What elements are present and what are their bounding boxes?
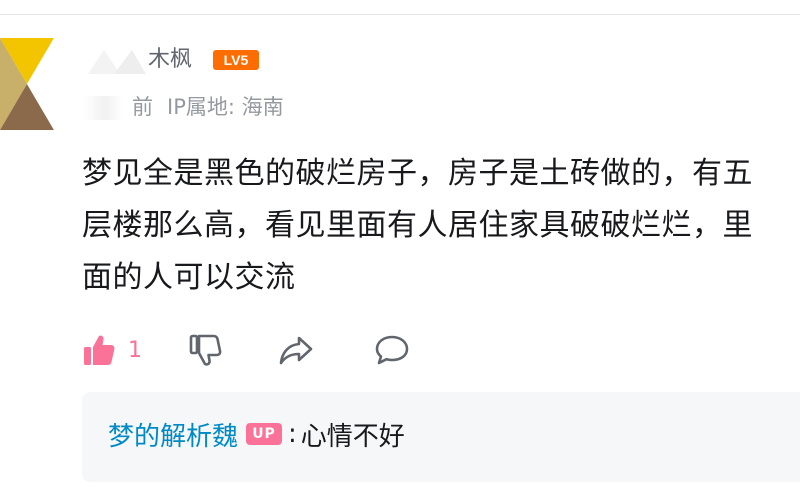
level-badge: LV5	[212, 48, 260, 72]
reply-author[interactable]: 梦的解析魏	[108, 416, 238, 453]
comment-line: 层楼那么高，看见里面有人居住家具破破烂烂，里	[82, 208, 753, 243]
comment-meta: 前 IP属地: 海南	[82, 90, 284, 124]
top-divider	[0, 0, 800, 15]
thumbs-up-icon	[82, 333, 116, 367]
svg-text:LV5: LV5	[224, 52, 249, 68]
share-icon	[278, 334, 314, 366]
like-count: 1	[128, 337, 142, 363]
comment-text: 梦见全是黑色的破烂房子，房子是土砖做的，有五 层楼那么高，看见里面有人居住家具破…	[82, 148, 800, 304]
reply-item: 梦的解析魏 UP : 心情不好	[108, 414, 405, 454]
comment-card: 木枫 LV5 前 IP属地: 海南 梦见全是黑色的破烂房子，房子是土砖做的，有五 …	[0, 0, 800, 500]
reply-preview[interactable]: 梦的解析魏 UP : 心情不好	[82, 392, 800, 482]
ip-location: IP属地: 海南	[167, 95, 284, 119]
share-button[interactable]	[278, 334, 314, 366]
like-button[interactable]: 1	[82, 333, 142, 367]
dislike-button[interactable]	[188, 333, 222, 367]
reply-button[interactable]	[374, 334, 410, 366]
comment-actions: 1	[82, 328, 410, 372]
comment-bubble-icon	[374, 334, 410, 366]
username[interactable]: 木枫	[82, 40, 192, 80]
username-blur	[82, 44, 146, 76]
avatar[interactable]	[0, 38, 54, 130]
comment-line: 梦见全是黑色的破烂房子，房子是土砖做的，有五	[82, 156, 753, 191]
thumbs-down-icon	[188, 333, 222, 367]
username-text[interactable]: 木枫	[148, 40, 192, 80]
time-blur	[82, 96, 122, 120]
comment-line: 面的人可以交流	[82, 260, 296, 295]
comment-time: 前	[132, 95, 153, 119]
reply-separator: :	[288, 419, 297, 449]
up-badge: UP	[246, 423, 283, 445]
reply-text: 心情不好	[300, 421, 405, 452]
